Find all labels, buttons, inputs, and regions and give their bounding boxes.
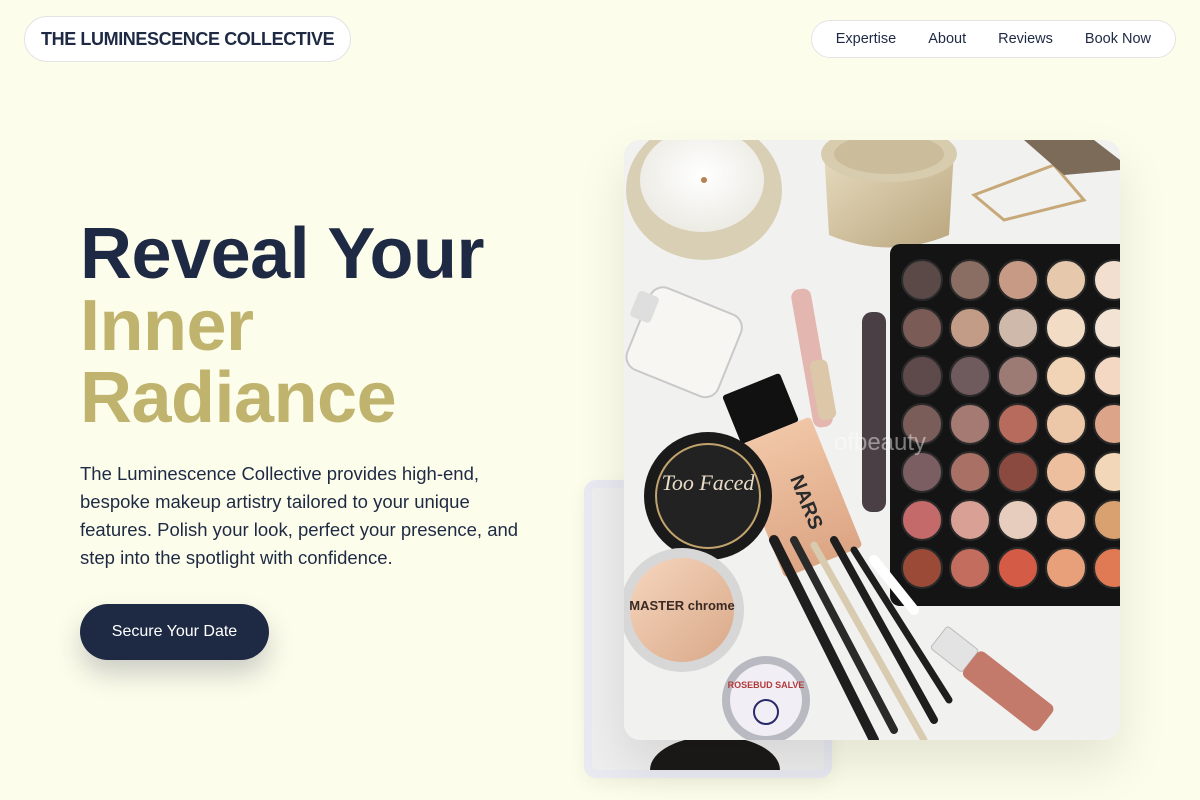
eyeshadow-pan bbox=[997, 451, 1039, 493]
makeup-flatlay-image: NARS Too Faced MASTER chrome ROSEBUD SAL… bbox=[624, 140, 1120, 740]
eyeshadow-pan bbox=[901, 451, 943, 493]
eyeshadow-pan bbox=[1045, 355, 1087, 397]
rosebud-salve-tin: ROSEBUD SALVE bbox=[722, 656, 810, 740]
nav-link-expertise[interactable]: Expertise bbox=[820, 31, 912, 47]
nav-link-book-now[interactable]: Book Now bbox=[1069, 31, 1167, 47]
eyeshadow-pan bbox=[901, 355, 943, 397]
eyeshadow-pan bbox=[997, 259, 1039, 301]
makeup-flatlay-illustration: NARS Too Faced MASTER chrome ROSEBUD SAL… bbox=[624, 140, 1120, 740]
eyeshadow-pan bbox=[1045, 499, 1087, 541]
eyeshadow-pan bbox=[949, 451, 991, 493]
eyeshadow-pan bbox=[997, 403, 1039, 445]
gold-jar bbox=[821, 140, 957, 248]
eyeshadow-pan bbox=[901, 307, 943, 349]
main-nav: Expertise About Reviews Book Now bbox=[810, 20, 1176, 58]
nav-link-about[interactable]: About bbox=[912, 31, 982, 47]
eyeliner-tube bbox=[862, 312, 886, 512]
eyeshadow-pan bbox=[949, 259, 991, 301]
eyeshadow-pan bbox=[901, 259, 943, 301]
eyeshadow-pan bbox=[1045, 403, 1087, 445]
eyeshadow-pan bbox=[1045, 259, 1087, 301]
highlighter-compact: MASTER chrome bbox=[624, 548, 744, 672]
hero-title: Reveal Your Inner Radiance bbox=[80, 214, 485, 438]
eyeshadow-pan bbox=[997, 499, 1039, 541]
compact-brand-label: Too Faced bbox=[662, 470, 756, 495]
brand-logo[interactable]: THE LUMINESCENCE COLLECTIVE bbox=[24, 16, 352, 62]
salve-label: ROSEBUD SALVE bbox=[728, 680, 805, 690]
eyeshadow-pan bbox=[1045, 451, 1087, 493]
eyeshadow-pan bbox=[901, 547, 943, 589]
hero-description: The Luminescence Collective provides hig… bbox=[80, 463, 519, 568]
eyeshadow-pan bbox=[901, 499, 943, 541]
eyeshadow-pan bbox=[949, 403, 991, 445]
eyeshadow-pan bbox=[997, 547, 1039, 589]
eyeshadow-pan bbox=[949, 547, 991, 589]
eyeshadow-pan bbox=[949, 307, 991, 349]
eyeshadow-palette bbox=[890, 244, 1120, 606]
secure-date-button[interactable]: Secure Your Date bbox=[80, 604, 269, 660]
eyeshadow-pan bbox=[997, 307, 1039, 349]
eyeshadow-pan bbox=[949, 499, 991, 541]
too-faced-compact: Too Faced bbox=[644, 432, 772, 560]
highlighter-label: MASTER chrome bbox=[629, 598, 734, 613]
hero-title-line-3: Radiance bbox=[80, 358, 397, 438]
eyeshadow-pan bbox=[997, 355, 1039, 397]
portrait-hair-shape bbox=[650, 736, 780, 770]
eyeshadow-pan bbox=[949, 355, 991, 397]
eyeshadow-pan bbox=[1045, 307, 1087, 349]
image-watermark: ofbeauty bbox=[834, 429, 926, 456]
nav-link-reviews[interactable]: Reviews bbox=[982, 31, 1069, 47]
hero-title-line-1: Reveal Your bbox=[80, 214, 485, 294]
hero-title-line-2: Inner bbox=[80, 286, 254, 366]
eyeshadow-pan bbox=[1045, 547, 1087, 589]
